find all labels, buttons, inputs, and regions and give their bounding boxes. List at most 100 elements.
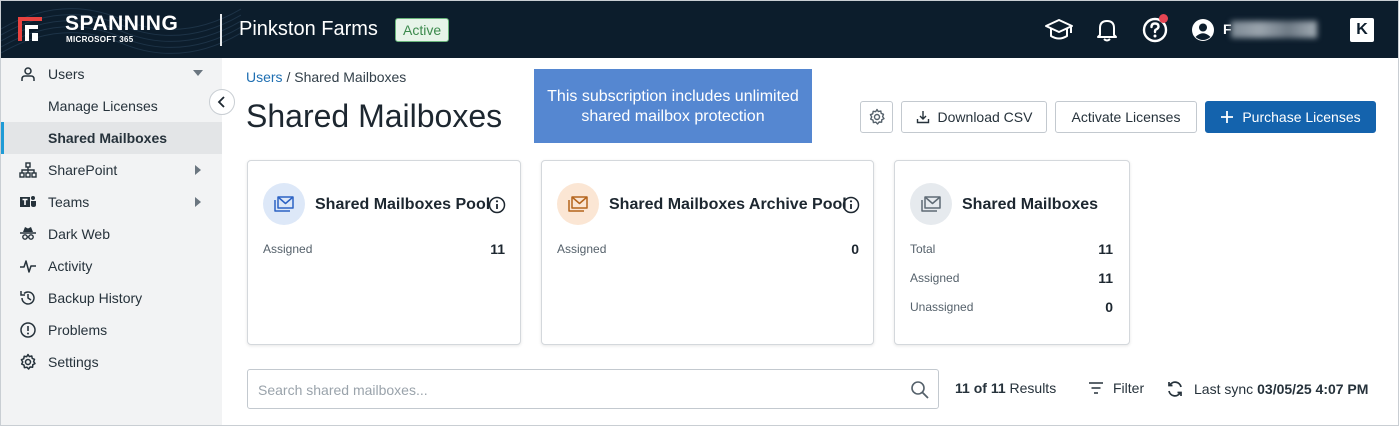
plus-icon [1220,110,1234,124]
sidebar-item-dark-web[interactable]: Dark Web [1,218,222,250]
breadcrumb-separator: / [282,69,295,85]
sidebar-item-label: Settings [48,354,99,370]
archive-mailbox-icon [557,183,599,225]
row-value-assigned: 11 [490,241,505,257]
card-title: Shared Mailboxes Pool [315,196,491,213]
user-icon [19,65,37,83]
spanning-logo-icon [18,17,42,41]
row-label-assigned: Assigned [263,242,313,256]
search-icon[interactable] [910,380,930,400]
results-total: 11 [990,380,1006,396]
row-label-total: Total [910,242,936,256]
alert-icon [19,321,37,339]
user-name-redacted [1231,21,1317,38]
row-value-total: 11 [1098,241,1113,257]
activate-licenses-button[interactable]: Activate Licenses [1055,101,1197,133]
chevron-right-icon [195,197,201,207]
card-title: Shared Mailboxes Archive Pool [609,196,847,213]
row-label-unassigned: Unassigned [910,300,974,314]
header-divider [220,14,222,46]
activity-icon [19,257,37,275]
sidebar-item-label: Dark Web [48,226,110,242]
sidebar-item-label: Backup History [48,290,143,306]
brand-subtitle: MICROSOFT 365 [66,35,134,44]
sidebar-item-backup-history[interactable]: Backup History [1,282,222,314]
mailbox-icon [263,183,305,225]
purchase-licenses-button[interactable]: Purchase Licenses [1205,101,1376,133]
sidebar-item-label: Activity [48,258,93,274]
row-value-assigned: 0 [851,241,859,257]
sidebar-item-label: Teams [48,194,90,210]
sitemap-icon [19,161,37,179]
gear-icon [19,353,37,371]
card-title: Shared Mailboxes [962,196,1099,213]
results-count: 11 of 11 Results [955,380,1056,396]
column-settings-button[interactable] [860,101,893,133]
sidebar-item-manage-licenses[interactable]: Manage Licenses [1,90,222,122]
breadcrumb: Users / Shared Mailboxes [246,69,406,85]
row-value-assigned: 11 [1098,270,1113,286]
card-shared-mailboxes: Shared Mailboxes Total 11 Assigned 11 Un… [894,160,1130,345]
status-badge: Active [395,18,450,42]
teams-icon [19,193,37,211]
sidebar-item-label: Users [48,66,85,82]
search-input[interactable] [258,379,888,401]
row-label-assigned: Assigned [557,242,607,256]
chevron-left-icon [217,96,225,108]
graduation-cap-icon[interactable] [1044,15,1074,45]
sidebar-item-problems[interactable]: Problems [1,314,222,346]
org-name: Pinkston Farms [239,18,378,40]
sidebar-item-users[interactable]: Users [1,58,222,90]
user-avatar-icon[interactable] [1188,15,1218,45]
results-of: of [973,380,987,396]
bell-icon[interactable] [1092,15,1122,45]
breadcrumb-link-users[interactable]: Users [246,69,283,85]
sidebar-item-teams[interactable]: Teams [1,186,222,218]
collapse-sidebar-button[interactable] [209,89,235,115]
results-shown: 11 [955,380,970,396]
app-window: SPANNING MICROSOFT 365 Pinkston Farms Ac… [0,0,1399,426]
gear-icon [869,108,885,125]
download-icon [916,110,930,124]
card-shared-mailboxes-archive-pool: Shared Mailboxes Archive Pool Assigned 0 [541,160,874,345]
filter-label: Filter [1113,380,1145,396]
chevron-right-icon [195,165,201,175]
search-box [247,369,939,409]
last-sync-label: Last sync [1194,381,1254,397]
last-sync-value: 03/05/25 4:07 PM [1257,381,1369,397]
sidebar-item-label: Manage Licenses [48,98,158,114]
info-icon[interactable] [488,196,506,214]
kaseya-badge[interactable]: K [1350,18,1374,42]
sidebar-item-sharepoint[interactable]: SharePoint [1,154,222,186]
page-title: Shared Mailboxes [246,98,503,134]
active-indicator [1,122,4,154]
tooltip: This subscription includes unlimited sha… [534,69,812,143]
sidebar-item-activity[interactable]: Activity [1,250,222,282]
refresh-icon[interactable] [1166,380,1184,398]
sidebar-item-shared-mailboxes[interactable]: Shared Mailboxes [1,122,222,154]
notification-dot [1159,14,1168,23]
chevron-down-icon [193,70,203,76]
filter-button[interactable]: Filter [1088,380,1144,396]
activate-licenses-label: Activate Licenses [1071,109,1181,125]
sidebar-item-label: Shared Mailboxes [48,130,168,146]
download-csv-label: Download CSV [937,109,1033,125]
mailbox-icon [910,183,952,225]
history-icon [19,289,37,307]
sidebar-item-settings[interactable]: Settings [1,346,222,378]
results-suffix: Results [1009,380,1057,396]
row-value-unassigned: 0 [1105,299,1113,315]
sidebar-item-label: Problems [48,322,108,338]
spy-icon [19,225,37,243]
last-sync: Last sync 03/05/25 4:07 PM [1166,380,1368,398]
card-shared-mailboxes-pool: Shared Mailboxes Pool Assigned 11 [247,160,521,345]
sidebar: Users Manage Licenses Shared Mailboxes S… [1,58,222,425]
sidebar-item-label: SharePoint [48,162,118,178]
info-icon[interactable] [842,196,860,214]
breadcrumb-current: Shared Mailboxes [294,69,407,85]
filter-icon [1089,382,1103,394]
purchase-licenses-label: Purchase Licenses [1242,109,1361,125]
row-label-assigned: Assigned [910,271,960,285]
brand-name: SPANNING [65,12,179,35]
download-csv-button[interactable]: Download CSV [901,101,1047,133]
